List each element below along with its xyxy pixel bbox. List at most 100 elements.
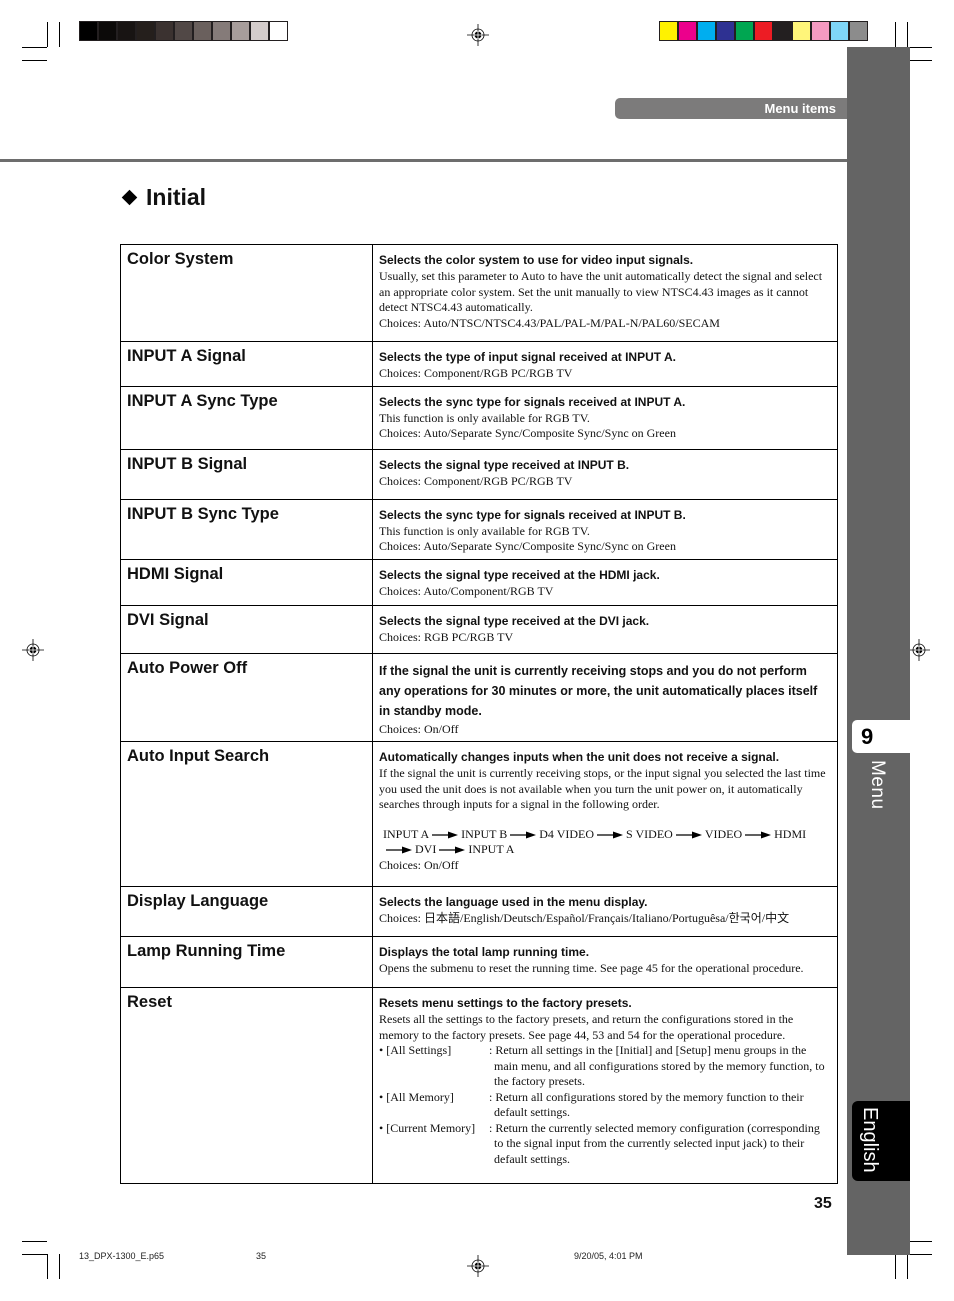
table-row: HDMI Signal Selects the signal type recei… [120, 558, 838, 606]
setting-name-label: INPUT B Signal [127, 454, 248, 473]
search-order-item: INPUT A [383, 826, 430, 841]
setting-name-label: HDMI Signal [127, 564, 224, 583]
reset-option-value: : Return the currently selected memory c… [489, 1120, 820, 1166]
setting-name: Reset [120, 987, 373, 1184]
description-choices: Choices: On/Off [379, 857, 459, 872]
description-text: Choices: Component/RGB PC/RGB TV [379, 473, 573, 488]
description-text: Choices: Auto/NTSC/NTSC4.43/PAL/PAL-M/PA… [379, 315, 720, 330]
table-row: Reset Resets menu settings to the factory… [120, 987, 838, 1184]
setting-name-label: Auto Power Off [127, 658, 248, 677]
setting-name-label: INPUT A Sync Type [127, 391, 278, 410]
description-lead: Selects the color system to use for vide… [379, 253, 694, 267]
reset-option: • [Current Memory] : Return the currently… [379, 1121, 831, 1168]
search-order: INPUT A INPUT B D4 VIDEO S VIDEO VIDEO HDMI DV… [379, 827, 831, 858]
page-title: Initial [146, 184, 207, 210]
setting-description: Automatically changes inputs when the un… [372, 741, 838, 887]
color-swatch [80, 22, 97, 40]
description-text: This function is only available for RGB … [379, 523, 590, 538]
color-swatch [660, 22, 677, 40]
description-lead: Resets menu settings to the factory pres… [379, 996, 632, 1010]
registration-mark-icon [908, 639, 930, 661]
setting-name: DVI Signal [120, 604, 373, 654]
table-row: INPUT B Sync Type Selects the sync type f… [120, 498, 838, 560]
search-order-item: S VIDEO [626, 826, 673, 841]
search-order-item: HDMI [774, 826, 807, 841]
description-text: This function is only available for RGB … [379, 410, 590, 425]
setting-name: INPUT A Signal [120, 341, 373, 387]
setting-description: Selects the sync type for signals receiv… [372, 385, 838, 450]
arrow-right-icon [675, 831, 702, 839]
setting-description: Selects the color system to use for vide… [372, 244, 838, 342]
search-order-item: INPUT A [468, 842, 515, 856]
table-row: Auto Power Off If the signal the unit is … [120, 652, 838, 742]
color-swatch [831, 22, 848, 40]
table-row: Auto Input Search Automatically changes i… [120, 741, 838, 887]
color-swatch [774, 22, 791, 40]
diamond-bullet-icon [121, 189, 138, 206]
chapter-number: 9 [852, 720, 910, 753]
registration-mark-icon [22, 639, 44, 661]
setting-name-label: DVI Signal [127, 610, 209, 629]
setting-description: Resets menu settings to the factory pres… [372, 987, 838, 1184]
color-swatch [679, 22, 696, 40]
reset-option-key: • [Current Memory] [379, 1120, 476, 1135]
description-text: Usually, set this parameter to Auto to h… [379, 269, 823, 314]
section-pill: Menu items [615, 98, 847, 119]
menu-items-table: Color System Selects the color system to … [120, 244, 838, 1184]
color-swatch [232, 22, 249, 40]
setting-name-label: Auto Input Search [127, 747, 270, 765]
color-swatch [118, 22, 135, 40]
table-row: Color System Selects the color system to … [120, 244, 838, 342]
footer-file-name: 13_DPX-1300_E.p65 [79, 1251, 165, 1261]
setting-name: Display Language [120, 886, 373, 937]
registration-mark-icon [467, 24, 489, 46]
setting-name-label: INPUT A Signal [127, 347, 246, 365]
color-swatch [850, 22, 867, 40]
color-swatch [698, 22, 715, 40]
setting-name: INPUT B Signal [120, 448, 373, 500]
reset-option: • [All Memory]: Return all configuration… [379, 1090, 831, 1121]
setting-name: Lamp Running Time [120, 936, 373, 988]
setting-description: Selects the sync type for signals receiv… [372, 498, 838, 560]
setting-name: HDMI Signal [120, 558, 373, 606]
arrow-right-icon [439, 846, 466, 854]
side-tab-strip [847, 47, 910, 1255]
footer-file-page: 35 [256, 1251, 267, 1261]
description-lead: Selects the signal type received at the … [379, 567, 660, 582]
color-swatch [175, 22, 192, 40]
footer-timestamp: 9/20/05, 4:01 PM [574, 1251, 643, 1261]
description-lead: Automatically changes inputs when the un… [379, 750, 780, 764]
color-swatch [717, 22, 734, 40]
setting-name-label: Display Language [127, 892, 269, 910]
color-swatch [99, 22, 116, 40]
description-text: Opens the submenu to reset the running t… [379, 961, 804, 975]
setting-name-label: Lamp Running Time [127, 942, 286, 960]
description-text: Choices: On/Off [379, 721, 459, 736]
color-swatch [736, 22, 753, 40]
description-lead: Selects the sync type for signals receiv… [379, 507, 686, 522]
color-swatch [137, 22, 154, 40]
arrow-right-icon [745, 831, 772, 839]
reset-option-value: : Return all configurations stored by th… [489, 1089, 804, 1120]
color-swatch [156, 22, 173, 40]
setting-name-label: INPUT B Sync Type [127, 504, 279, 523]
setting-description: Displays the total lamp running time. Ope… [372, 936, 838, 988]
description-text: Choices: 日本語/English/Deutsch/Español/Fra… [379, 911, 790, 925]
color-swatch [194, 22, 211, 40]
color-swatch [755, 22, 772, 40]
description-text: Resets all the settings to the factory p… [379, 1012, 794, 1042]
language-label: English [859, 1107, 881, 1173]
setting-name: Color System [120, 244, 373, 342]
description-lead: Selects the signal type received at the … [379, 613, 650, 628]
setting-description: If the signal the unit is currently rece… [372, 652, 838, 742]
description-lead: If the signal the unit is currently rece… [379, 663, 818, 718]
description-lead: Selects the sync type for signals receiv… [379, 394, 686, 409]
color-swatch [812, 22, 829, 40]
setting-description: Selects the language used in the menu di… [372, 886, 838, 937]
table-row: DVI Signal Selects the signal type receiv… [120, 604, 838, 654]
color-swatch [213, 22, 230, 40]
arrow-right-icon [432, 831, 459, 839]
description-text: Choices: RGB PC/RGB TV [379, 629, 514, 644]
search-order-item: DVI [415, 842, 437, 856]
description-lead: Selects the language used in the menu di… [379, 895, 648, 909]
